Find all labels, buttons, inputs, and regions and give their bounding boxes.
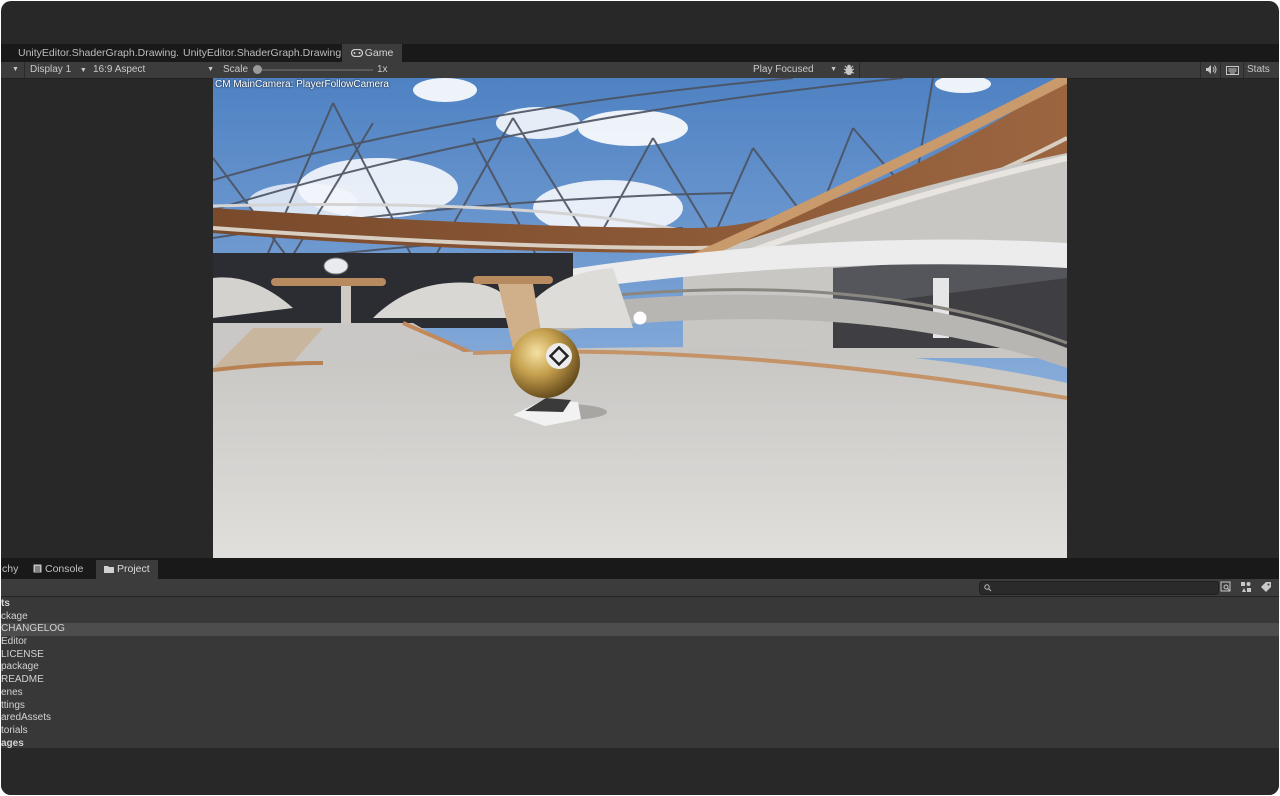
project-tree-item[interactable]: aredAssets bbox=[1, 712, 1279, 725]
project-toolbar bbox=[1, 579, 1279, 597]
keyboard-icon[interactable] bbox=[1226, 65, 1239, 81]
scale-slider-handle[interactable] bbox=[253, 65, 262, 74]
game-view-dropdown-caret[interactable]: ▼ bbox=[12, 62, 19, 78]
chevron-down-icon: ▼ bbox=[207, 66, 214, 73]
audio-icon[interactable] bbox=[1205, 64, 1217, 80]
panel-empty-area bbox=[1, 748, 1279, 795]
camera-label: CM MainCamera: PlayerFollowCamera bbox=[215, 79, 389, 90]
gamepad-icon bbox=[350, 49, 363, 57]
project-tree-item[interactable]: CHANGELOG bbox=[1, 623, 1279, 637]
tab-game[interactable]: Game bbox=[342, 44, 402, 62]
project-tree-item[interactable]: package bbox=[1, 661, 1279, 674]
scale-label: Scale bbox=[223, 64, 249, 75]
scene-render bbox=[213, 78, 1067, 558]
project-tree-item[interactable]: LICENSE bbox=[1, 649, 1279, 662]
chevron-down-icon: ▼ bbox=[79, 67, 87, 74]
display-dropdown[interactable]: Display 1 ▼ bbox=[30, 62, 87, 78]
stats-button[interactable]: Stats bbox=[1247, 62, 1270, 78]
search-by-type-icon[interactable] bbox=[1220, 581, 1232, 593]
project-tree-item[interactable]: ttings bbox=[1, 700, 1279, 713]
chevron-down-icon: ▼ bbox=[830, 66, 837, 73]
search-icon bbox=[984, 584, 992, 592]
play-mode-label: Play Focused bbox=[753, 64, 814, 75]
editor-tab-strip: UnityEditor.ShaderGraph.Drawing.Material… bbox=[1, 44, 1279, 62]
project-tree: ts ckage CHANGELOG Editor LICENSE package READ… bbox=[1, 597, 1279, 749]
project-tree-item[interactable]: README bbox=[1, 674, 1279, 687]
bug-icon[interactable] bbox=[842, 63, 856, 79]
project-tree-item[interactable]: enes bbox=[1, 687, 1279, 700]
game-viewport[interactable]: CM MainCamera: PlayerFollowCamera bbox=[213, 78, 1067, 558]
search-input[interactable] bbox=[994, 582, 1214, 592]
game-toolbar: ▼ Display 1 ▼ 16:9 Aspect ▼ Scale 1x Play… bbox=[1, 62, 1279, 79]
bottom-tab-strip: chy Console Project bbox=[1, 558, 1279, 579]
project-tree-item[interactable]: ts bbox=[1, 598, 1279, 611]
play-mode-dropdown[interactable]: Play Focused ▼ bbox=[753, 62, 837, 78]
project-tree-item[interactable]: ckage bbox=[1, 611, 1279, 624]
project-search-field[interactable] bbox=[979, 581, 1219, 595]
tab-hierarchy[interactable]: chy bbox=[2, 560, 18, 579]
tab-console[interactable]: Console bbox=[33, 560, 84, 579]
project-tree-item[interactable]: torials bbox=[1, 725, 1279, 738]
aspect-label: 16:9 Aspect bbox=[93, 64, 146, 75]
editor-window: UnityEditor.ShaderGraph.Drawing.Material… bbox=[1, 1, 1279, 795]
aspect-dropdown[interactable]: 16:9 Aspect ▼ bbox=[93, 62, 216, 78]
filter-by-type-icon[interactable] bbox=[1240, 581, 1252, 593]
project-tree-item[interactable]: Editor bbox=[1, 636, 1279, 649]
tab-console-label: Console bbox=[45, 563, 84, 575]
scale-slider[interactable] bbox=[259, 69, 373, 71]
label-tag-icon[interactable] bbox=[1260, 581, 1272, 593]
tab-project[interactable]: Project bbox=[96, 560, 158, 579]
folder-icon bbox=[104, 566, 114, 573]
console-icon bbox=[33, 564, 42, 573]
tab-shadergraph-2[interactable]: UnityEditor.ShaderGraph.Drawing.Material… bbox=[166, 44, 343, 62]
tab-shadergraph-1[interactable]: UnityEditor.ShaderGraph.Drawing.Material… bbox=[1, 44, 178, 62]
scale-value: 1x bbox=[377, 64, 388, 75]
tab-project-label: Project bbox=[117, 563, 150, 575]
display-label: Display 1 bbox=[30, 64, 72, 75]
tab-game-label: Game bbox=[364, 47, 394, 59]
